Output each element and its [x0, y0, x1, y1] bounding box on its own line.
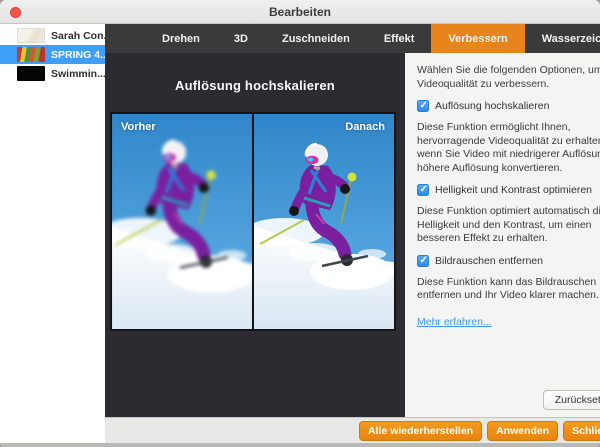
- reset-button[interactable]: Zurücksetzen: [543, 390, 600, 410]
- option-description: Diese Funktion kann das Bildrauschen ent…: [417, 276, 600, 303]
- brightness-checkbox[interactable]: [417, 184, 429, 196]
- tab-wasserzeichen[interactable]: Wasserzeichen: [525, 24, 600, 53]
- sidebar-item-sarah[interactable]: Sarah Con...: [0, 26, 105, 45]
- window-title: Bearbeiten: [269, 5, 331, 19]
- video-list-sidebar: Sarah Con... SPRING 4... Swimmin...: [0, 24, 105, 443]
- sidebar-item-label: Sarah Con...: [51, 30, 112, 42]
- edit-tab-bar: Drehen 3D Zuschneiden Effekt Verbessern …: [105, 24, 600, 53]
- video-thumbnail: [17, 28, 45, 43]
- before-after-comparison: Vorher Danach: [110, 112, 396, 331]
- window-bottom-edge: [0, 443, 600, 447]
- sidebar-item-label: Swimmin...: [51, 68, 106, 80]
- option-description: Diese Funktion ermöglicht Ihnen, hervorr…: [417, 121, 600, 175]
- option-remove-noise: Bildrauschen entfernen: [417, 255, 600, 267]
- close-button[interactable]: Schließen: [563, 421, 600, 441]
- tab-zuschneiden[interactable]: Zuschneiden: [265, 24, 367, 53]
- option-brightness-contrast: Helligkeit und Kontrast optimieren: [417, 184, 600, 196]
- tab-verbessern[interactable]: Verbessern: [431, 24, 524, 53]
- title-bar: Bearbeiten: [0, 0, 600, 24]
- tab-effekt[interactable]: Effekt: [367, 24, 432, 53]
- sidebar-item-swimming[interactable]: Swimmin...: [0, 64, 105, 83]
- option-label: Helligkeit und Kontrast optimieren: [435, 184, 592, 196]
- video-thumbnail: [17, 66, 45, 81]
- video-thumbnail: [17, 47, 45, 62]
- tab-3d[interactable]: 3D: [217, 24, 265, 53]
- tab-drehen[interactable]: Drehen: [145, 24, 217, 53]
- option-upscale-resolution: Auflösung hochskalieren: [417, 100, 600, 112]
- sidebar-item-spring[interactable]: SPRING 4...: [0, 45, 105, 64]
- sidebar-item-label: SPRING 4...: [51, 49, 109, 61]
- option-label: Bildrauschen entfernen: [435, 255, 543, 267]
- noise-checkbox[interactable]: [417, 255, 429, 267]
- skier-photo-before: [112, 114, 252, 329]
- apply-button[interactable]: Anwenden: [487, 421, 558, 441]
- panel-intro-text: Wählen Sie die folgenden Optionen, um di…: [417, 64, 600, 91]
- preview-area: Auflösung hochskalieren Vorher Danach: [105, 53, 405, 417]
- learn-more-link[interactable]: Mehr erfahren...: [417, 316, 492, 328]
- skier-photo-after: [254, 114, 394, 329]
- before-label: Vorher: [121, 121, 156, 133]
- footer-bar: Alle wiederherstellen Anwenden Schließen: [105, 417, 600, 443]
- upscale-checkbox[interactable]: [417, 100, 429, 112]
- app-window: Bearbeiten Sarah Con... SPRING 4... Swim…: [0, 0, 600, 447]
- option-description: Diese Funktion optimiert automatisch die…: [417, 205, 600, 246]
- after-image: Danach: [254, 114, 394, 329]
- preview-title: Auflösung hochskalieren: [105, 78, 405, 93]
- restore-all-button[interactable]: Alle wiederherstellen: [359, 421, 482, 441]
- close-window-button[interactable]: [10, 7, 21, 18]
- before-image: Vorher: [112, 114, 252, 329]
- option-label: Auflösung hochskalieren: [435, 100, 549, 112]
- enhance-options-panel: Wählen Sie die folgenden Optionen, um di…: [405, 53, 600, 417]
- after-label: Danach: [345, 121, 385, 133]
